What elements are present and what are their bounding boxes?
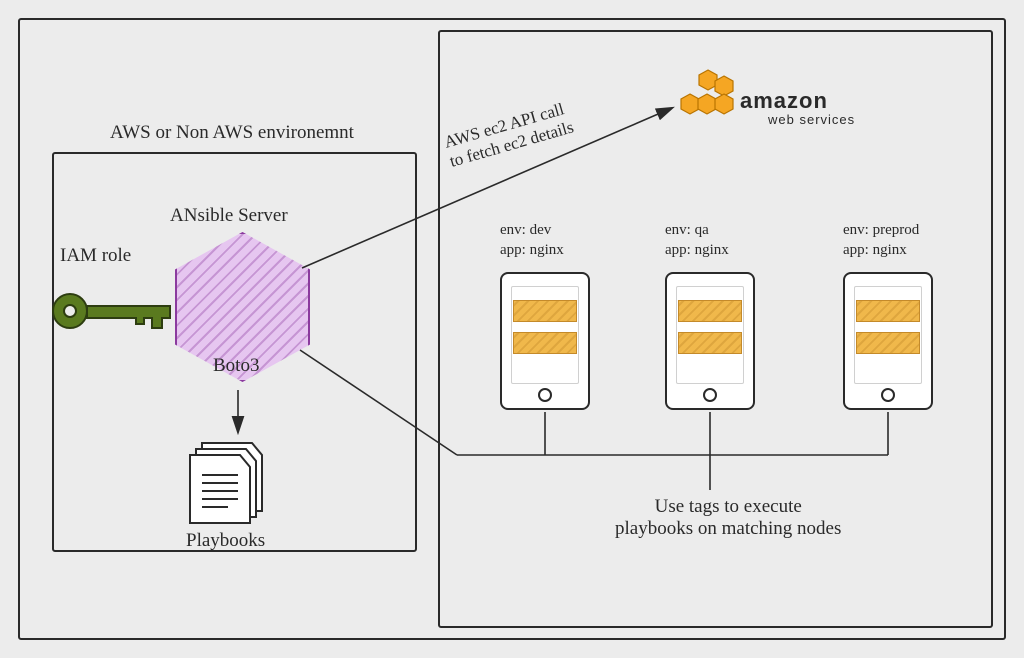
left-caption: AWS or Non AWS environemnt: [110, 122, 354, 144]
tags-caption: Use tags to execute playbooks on matchin…: [615, 496, 841, 540]
instance-2-env: env: preprod: [843, 222, 919, 239]
instance-0-app: app: nginx: [500, 242, 564, 259]
key-icon: [50, 286, 180, 341]
ec2-instance-icon: [665, 272, 755, 410]
aws-brand-text: amazon: [740, 88, 828, 114]
diagram-canvas: AWS or Non AWS environemnt ANsible Serve…: [0, 0, 1024, 658]
aws-logo-icon: [680, 68, 740, 128]
ec2-instance-icon: [843, 272, 933, 410]
instance-0-env: env: dev: [500, 222, 551, 239]
playbooks-label: Playbooks: [186, 530, 265, 552]
ec2-instance-icon: [500, 272, 590, 410]
instance-2-app: app: nginx: [843, 242, 907, 259]
aws-subline-text: web services: [768, 112, 855, 127]
boto3-label: Boto3: [213, 355, 259, 377]
ansible-server-label: ANsible Server: [170, 205, 288, 227]
playbooks-icon: [180, 435, 270, 530]
instance-1-env: env: qa: [665, 222, 709, 239]
instance-1-app: app: nginx: [665, 242, 729, 259]
iam-role-label: IAM role: [60, 245, 131, 267]
